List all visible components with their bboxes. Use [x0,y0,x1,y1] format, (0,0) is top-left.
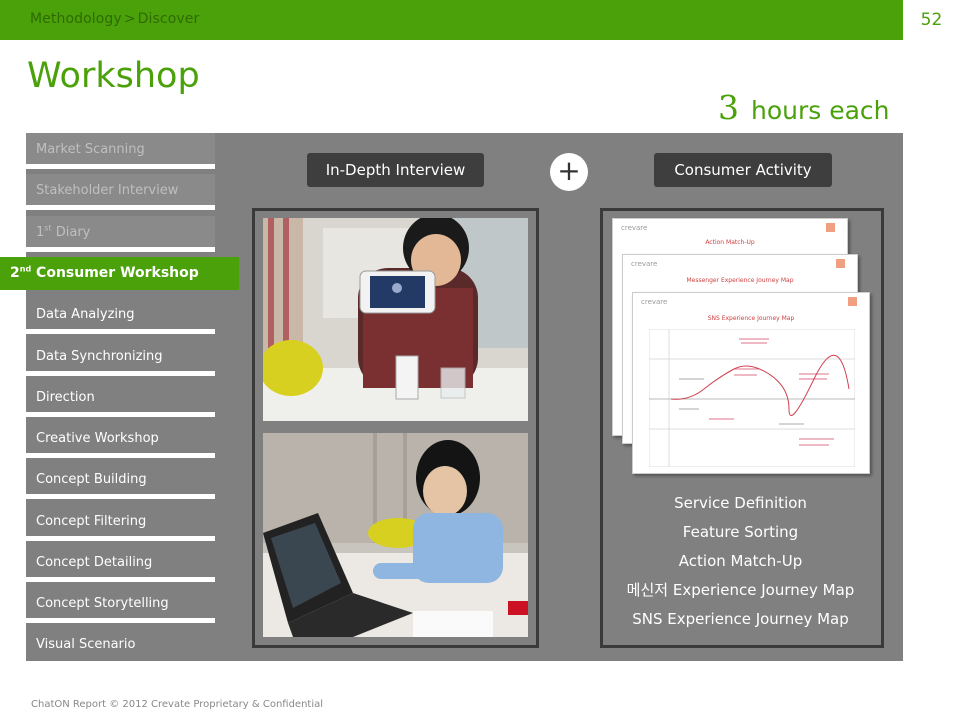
sidebar-item-label: Concept Filtering [36,514,147,529]
list-item: 메신저 Experience Journey Map [626,581,855,599]
sidebar-item-concept-detailing[interactable]: Concept Detailing [26,546,215,582]
sheet-brand: crevare [641,298,668,306]
breadcrumb-item-discover[interactable]: Discover [138,11,200,27]
breadcrumb-item-methodology[interactable]: Methodology [30,11,122,27]
top-bar: Methodology > Discover [0,0,903,40]
sidebar-item-label: Direction [36,390,95,405]
sheet-brand: crevare [621,224,648,232]
chevron-right-icon: > [123,11,136,27]
sheet-badge [836,259,845,268]
sidebar-item-label: Visual Scenario [36,637,136,652]
sidebar-item-label: Concept Detailing [36,555,153,570]
sidebar-item-label: Stakeholder Interview [36,183,179,198]
sidebar-item-concept-storytelling[interactable]: Concept Storytelling [26,587,215,623]
sidebar-item-label: Data Analyzing [36,307,135,322]
sidebar-item-sup: st [44,223,52,233]
page-number: 52 [903,0,960,40]
sidebar-item-label: Market Scanning [36,142,145,157]
sidebar-item-label: Concept Building [36,472,147,487]
sidebar-item-label: 2 [10,265,20,281]
sidebar-item-2nd-consumer-workshop[interactable]: 2nd Consumer Workshop [0,257,239,290]
sheet-title: Messenger Experience Journey Map [686,277,794,284]
duration-number: 3 [718,88,739,127]
sidebar-item-label-rest: Diary [51,225,91,240]
sidebar-item-label: Creative Workshop [36,431,159,446]
sidebar-item-label-rest: Consumer Workshop [31,265,199,281]
duration-label: 3 hours each [718,88,890,127]
footer-copyright: ChatON Report © 2012 Crevate Proprietary… [31,699,324,710]
sidebar-item-concept-filtering[interactable]: Concept Filtering [26,505,215,541]
sidebar-item-label: Concept Storytelling [36,596,169,611]
list-item: SNS Experience Journey Map [632,610,849,628]
sns-journey-map-sheet: crevare SNS Experience Journey Map [632,292,870,474]
consumer-activity-button[interactable]: Consumer Activity [654,153,832,187]
sidebar-item-visual-scenario[interactable]: Visual Scenario [26,628,215,661]
sidebar-item-direction[interactable]: Direction [26,381,215,417]
sidebar-item-label: Data Synchronizing [36,349,163,364]
sidebar-item-data-synchronizing[interactable]: Data Synchronizing [26,340,215,376]
journey-map-graphic [649,329,855,467]
interview-photo-1 [263,218,528,421]
sheet-brand: crevare [631,260,658,268]
journey-map-sheets: crevare Action Match-Up crevare Messenge… [612,218,872,476]
sheet-badge [848,297,857,306]
activity-list: Service Definition Feature Sorting Actio… [600,492,881,637]
sheet-badge [826,223,835,232]
in-depth-interview-button[interactable]: In-Depth Interview [307,153,484,187]
sidebar-item-concept-building[interactable]: Concept Building [26,463,215,499]
list-item: Service Definition [674,494,807,512]
sheet-title: Action Match-Up [705,239,755,246]
sidebar-item-market-scanning[interactable]: Market Scanning [26,133,215,169]
duration-unit: hours each [751,96,890,125]
sidebar-item-data-analyzing[interactable]: Data Analyzing [26,298,215,334]
page-title: Workshop [27,56,200,96]
sheet-title: SNS Experience Journey Map [707,315,795,322]
sidebar-item-creative-workshop[interactable]: Creative Workshop [26,422,215,458]
sidebar-item-1st-diary[interactable]: 1st Diary [26,216,215,252]
sidebar-item-stakeholder-interview[interactable]: Stakeholder Interview [26,174,215,210]
sidebar-item-sup: nd [19,264,32,274]
list-item: Feature Sorting [682,523,799,541]
list-item: Action Match-Up [678,552,803,570]
plus-icon: + [550,153,588,191]
breadcrumb: Methodology > Discover [30,11,199,27]
interview-photo-2 [263,433,528,637]
